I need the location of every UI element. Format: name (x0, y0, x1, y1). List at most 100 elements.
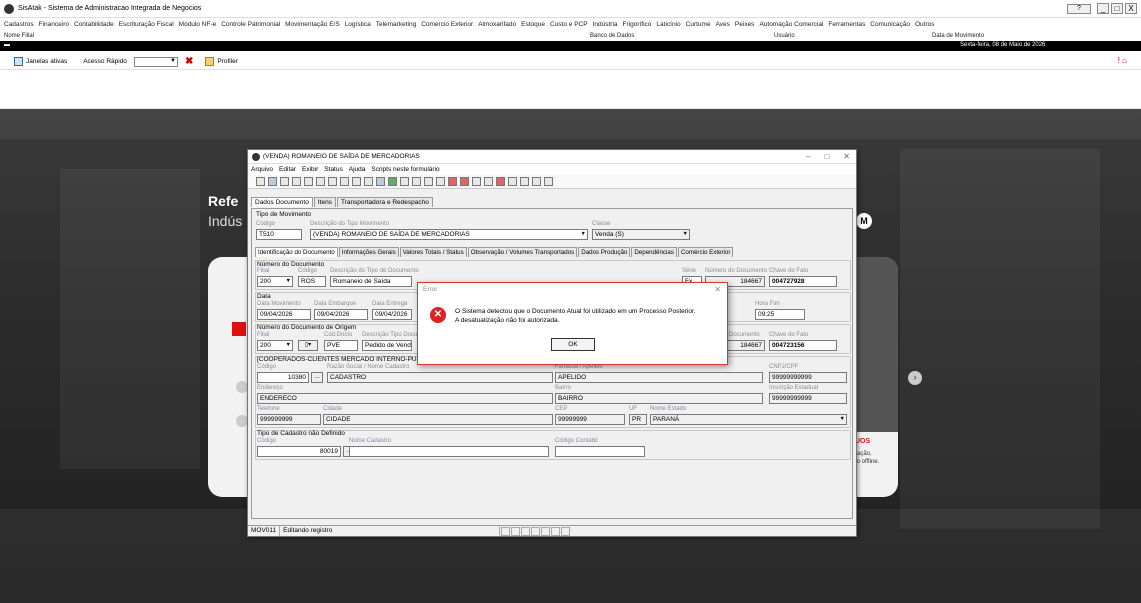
cnpj-field[interactable]: 99999999999 (769, 372, 847, 383)
uf-field[interactable]: PR (629, 414, 647, 425)
tipo-cad-codigo-field[interactable]: 80019 (257, 446, 341, 457)
ok-button[interactable]: OK (551, 338, 595, 351)
help-icon[interactable] (376, 177, 385, 186)
menu-item[interactable]: Módulo NF-e (179, 21, 217, 28)
doc-lookup-icon[interactable]: ▯▾ (298, 340, 318, 351)
pdf-icon[interactable] (496, 177, 505, 186)
cep-field[interactable]: 99999999 (555, 414, 625, 425)
clear-x-icon[interactable]: ✖ (185, 56, 193, 67)
menu-item[interactable]: Frigorífico (623, 21, 652, 28)
cliente-codigo-field[interactable]: 10380 (257, 372, 309, 383)
exit-icon[interactable] (544, 177, 553, 186)
undo-icon[interactable] (292, 177, 301, 186)
copy-icon[interactable] (304, 177, 313, 186)
list-icon[interactable] (472, 177, 481, 186)
menu-item[interactable]: Logística (345, 21, 371, 28)
menu-item[interactable]: Outros (915, 21, 935, 28)
endereco-field[interactable]: ENDERECO (257, 393, 553, 404)
report-icon[interactable] (448, 177, 457, 186)
help-button[interactable]: ? (1067, 4, 1091, 14)
prev-icon[interactable] (340, 177, 349, 186)
next-icon[interactable] (352, 177, 361, 186)
menu-item[interactable]: Comunicação (870, 21, 910, 28)
menu-item[interactable]: Cadastros (4, 21, 34, 28)
tipo-desc-select[interactable]: (VENDA) ROMANEIO DE SAÍDA DE MERCADORIAS (310, 229, 588, 240)
menu-item[interactable]: Custo e PCP (550, 21, 588, 28)
origem-desc-field[interactable]: Pedido de Venda (362, 340, 412, 351)
tab-dados-documento[interactable]: Dados Documento (251, 197, 313, 207)
ie-field[interactable]: 99999999999 (769, 393, 847, 404)
new-icon[interactable] (256, 177, 265, 186)
subtab[interactable]: Informações Gerais (338, 247, 399, 257)
window-maximize-icon[interactable]: □ (824, 152, 829, 161)
subtab[interactable]: Valores Totais / Status (399, 247, 467, 257)
chave-field[interactable]: 004727928 (769, 276, 837, 287)
window-minimize-icon[interactable]: – (806, 152, 810, 161)
chart-icon[interactable] (484, 177, 493, 186)
tools-icon[interactable] (436, 177, 445, 186)
menu-item[interactable]: Laticínio (656, 21, 680, 28)
acesso-rapido-select[interactable] (133, 56, 178, 67)
window-menu-item[interactable]: Arquivo (251, 166, 273, 173)
print-icon[interactable] (400, 177, 409, 186)
classe-select[interactable]: Venda (S) (592, 229, 690, 240)
menu-item[interactable]: Escrituração Fiscal (119, 21, 174, 28)
cancel-icon[interactable] (280, 177, 289, 186)
menu-item[interactable]: Almoxarifado (478, 21, 516, 28)
report2-icon[interactable] (460, 177, 469, 186)
search-icon[interactable] (316, 177, 325, 186)
first-icon[interactable] (328, 177, 337, 186)
menu-item[interactable]: Ferramentas (828, 21, 865, 28)
cidade-field[interactable]: CIDADE (323, 414, 553, 425)
tipo-codigo-field[interactable]: T510 (256, 229, 302, 240)
close-icon[interactable]: X (1125, 3, 1137, 14)
menu-item[interactable]: Telemarketing (376, 21, 416, 28)
last-icon[interactable] (364, 177, 373, 186)
origem-filial-select[interactable]: 200 (257, 340, 293, 351)
menu-item[interactable]: Comércio Exterior (421, 21, 473, 28)
subtab[interactable]: Identificação do Documento (255, 247, 338, 257)
menu-item[interactable]: Financeiro (39, 21, 69, 28)
subtab[interactable]: Dados Produção (578, 247, 631, 257)
attach-icon[interactable] (424, 177, 433, 186)
window-close-icon[interactable]: ✕ (843, 152, 850, 161)
lock-icon[interactable] (508, 177, 517, 186)
window-menu-item[interactable]: Status (324, 166, 342, 173)
num-filial-select[interactable]: 200 (257, 276, 293, 287)
hora-fim-field[interactable]: 09:25 (755, 309, 805, 320)
tab-itens[interactable]: Itens (313, 197, 336, 207)
menu-item[interactable]: Peixes (735, 21, 755, 28)
profiler-button[interactable]: Profiler (205, 57, 238, 66)
num-desc-field[interactable]: Romaneio de Saída (330, 276, 412, 287)
menu-item[interactable]: Controle Patrimonial (221, 21, 280, 28)
menu-item[interactable]: Contabilidade (74, 21, 114, 28)
telefone-field[interactable]: 999999999 (257, 414, 321, 425)
menu-item[interactable]: Estoque (521, 21, 545, 28)
save-icon[interactable] (268, 177, 277, 186)
estado-select[interactable]: PARANÁ (650, 414, 847, 425)
window-menu-item[interactable]: Editar (279, 166, 296, 173)
data-mov-field[interactable]: 09/04/2026 (257, 309, 311, 320)
preview-icon[interactable] (412, 177, 421, 186)
window-menu-item[interactable]: Exibir (302, 166, 318, 173)
dialog-close-icon[interactable]: ✕ (714, 285, 721, 294)
menu-item[interactable]: Aves (716, 21, 730, 28)
subtab[interactable]: Dependências (631, 247, 677, 257)
menu-item[interactable]: Automação Comercial (759, 21, 823, 28)
window-menu-item[interactable]: Ajuda (349, 166, 366, 173)
janelas-ativas-button[interactable]: Janelas ativas (14, 57, 67, 66)
filter-icon[interactable] (520, 177, 529, 186)
monitor-icon[interactable] (532, 177, 541, 186)
origem-cod-field[interactable]: PVE (324, 340, 358, 351)
data-ent-field[interactable]: 09/04/2026 (372, 309, 412, 320)
nome-cad-field[interactable] (349, 446, 549, 457)
data-emb-field[interactable]: 09/04/2026 (314, 309, 368, 320)
maximize-icon[interactable]: □ (1111, 3, 1123, 14)
num-codigo-field[interactable]: ROS (298, 276, 326, 287)
menu-item[interactable]: Indústria (593, 21, 618, 28)
tab-transportadora[interactable]: Transportadora e Redespacho (336, 197, 433, 207)
subtab[interactable]: Observação / Volumes Transportados (467, 247, 578, 257)
menu-item[interactable]: Movimentação E/S (285, 21, 340, 28)
bairro-field[interactable]: BAIRRO (555, 393, 763, 404)
minimize-icon[interactable]: _ (1097, 3, 1109, 14)
